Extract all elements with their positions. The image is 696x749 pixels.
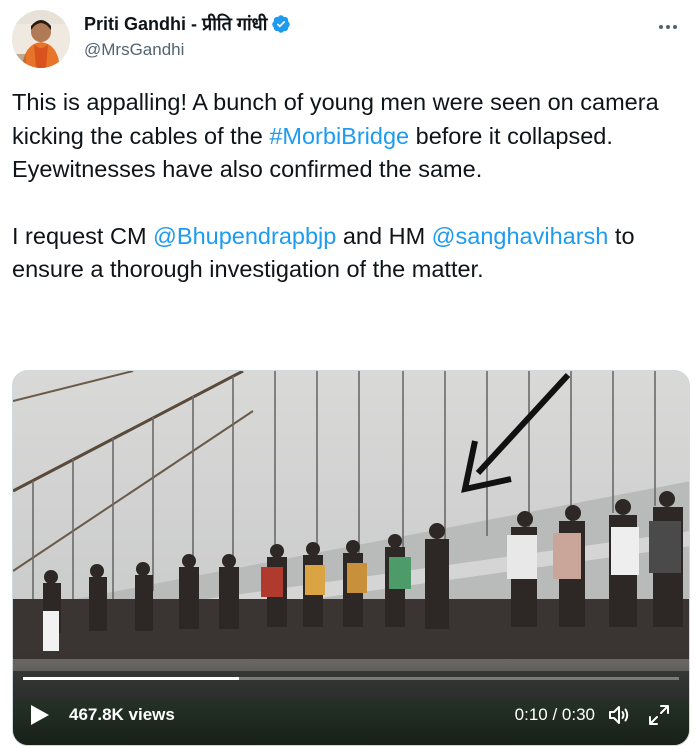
more-options-icon[interactable] xyxy=(656,16,680,38)
author-display-name[interactable]: Priti Gandhi - प्रीति गांधी xyxy=(84,12,267,36)
author-name-row[interactable]: Priti Gandhi - प्रीति गांधी xyxy=(84,12,291,36)
fullscreen-icon[interactable] xyxy=(647,703,671,727)
play-icon[interactable] xyxy=(29,703,51,727)
volume-muted-icon[interactable] xyxy=(607,703,631,727)
hashtag-link[interactable]: #MorbiBridge xyxy=(269,123,409,149)
tweet-header: Priti Gandhi - प्रीति गांधी @MrsGandhi xyxy=(12,10,684,70)
tweet-text-segment: and HM xyxy=(336,222,432,249)
tweet-text-segment: I request CM xyxy=(12,222,154,249)
video-controls: 467.8K views 0:10 / 0:30 xyxy=(13,685,689,745)
avatar[interactable] xyxy=(12,10,70,68)
video-progress-fill xyxy=(23,677,240,680)
view-count: 467.8K views xyxy=(69,705,175,724)
video-time: 0:10 / 0:30 xyxy=(514,705,595,724)
verified-badge-icon xyxy=(272,15,291,33)
video-player[interactable]: 467.8K views 0:10 / 0:30 xyxy=(12,370,690,746)
tweet-text: This is appalling! A bunch of young men … xyxy=(12,86,682,287)
mention-link[interactable]: @sanghaviharsh xyxy=(432,223,609,249)
tweet-paragraph-1: This is appalling! A bunch of young men … xyxy=(12,86,682,187)
author-handle[interactable]: @MrsGandhi xyxy=(84,40,184,60)
tweet-paragraph-2: I request CM @Bhupendrapbjp and HM @sang… xyxy=(12,220,682,287)
mention-link[interactable]: @Bhupendrapbjp xyxy=(153,223,336,249)
video-progress-bar[interactable] xyxy=(23,677,679,680)
